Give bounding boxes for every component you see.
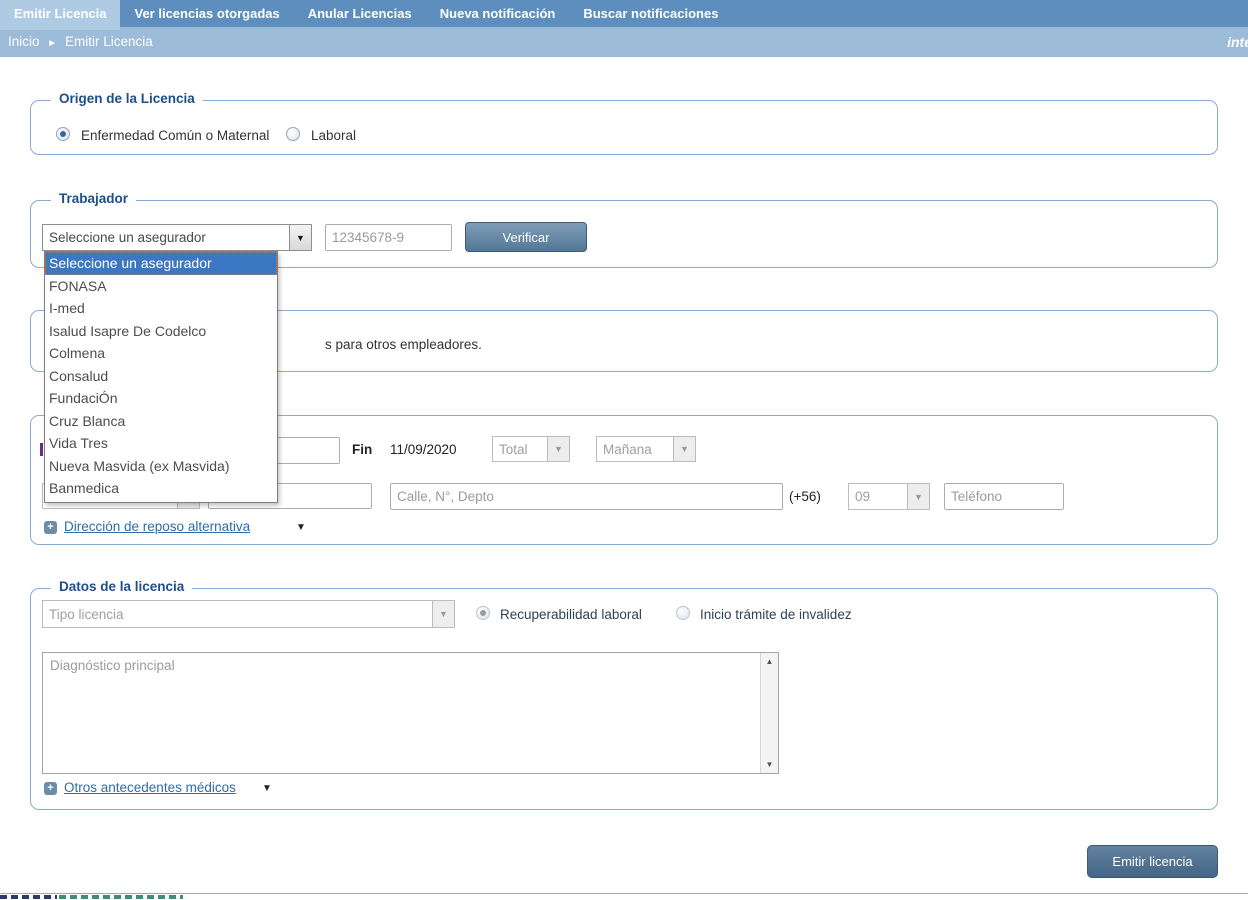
jornada-select-value: Total: [493, 442, 547, 457]
dropdown-option[interactable]: Nueva Masvida (ex Masvida): [45, 455, 277, 478]
fieldset-trabajador-legend: Trabajador: [51, 191, 136, 206]
chevron-down-icon: ▼: [673, 437, 695, 461]
breadcrumb-current: Emitir Licencia: [65, 34, 153, 49]
radio-invalidez-label: Inicio trámite de invalidez: [700, 607, 852, 622]
dropdown-option[interactable]: FundaciÓn: [45, 387, 277, 410]
fin-label: Fin: [352, 442, 372, 457]
phone-prefix-label: (+56): [789, 489, 821, 504]
dropdown-option[interactable]: Cruz Blanca: [45, 410, 277, 433]
fin-date-value: 11/09/2020: [390, 442, 457, 457]
tipo-licencia-select-value: Tipo licencia: [43, 607, 432, 622]
rut-input[interactable]: [325, 224, 452, 251]
empleadores-text-fragment: s para otros empleadores.: [325, 337, 482, 352]
radio-laboral-label: Laboral: [311, 128, 356, 143]
dropdown-option[interactable]: Colmena: [45, 342, 277, 365]
radio-enfermedad-comun-label: Enfermedad Común o Maternal: [81, 128, 269, 143]
diagnostico-textarea[interactable]: Diagnóstico principal ▲ ▼: [42, 652, 779, 774]
footer-link-fragment-green: [59, 895, 183, 899]
radio-recuperabilidad: [476, 606, 490, 620]
calle-input[interactable]: [390, 483, 783, 510]
breadcrumb-arrow-icon: ►: [43, 38, 61, 49]
tab-buscar-notificaciones[interactable]: Buscar notificaciones: [569, 0, 732, 27]
tab-nueva-notificacion[interactable]: Nueva notificación: [426, 0, 570, 27]
telefono-input[interactable]: [944, 483, 1064, 510]
dropdown-option[interactable]: Isalud Isapre De Codelco: [45, 320, 277, 343]
page: Emitir Licencia Ver licencias otorgadas …: [0, 0, 1248, 900]
verify-button[interactable]: Verificar: [465, 222, 587, 252]
top-navigation: Emitir Licencia Ver licencias otorgadas …: [0, 0, 1248, 27]
chevron-down-icon: ▼: [547, 437, 569, 461]
insurer-select-value: Seleccione un asegurador: [43, 230, 289, 245]
emitir-licencia-button[interactable]: Emitir licencia: [1087, 845, 1218, 878]
phone-code-select: 09 ▼: [848, 483, 930, 510]
plus-icon[interactable]: +: [44, 521, 57, 534]
fieldset-datos-legend: Datos de la licencia: [51, 579, 192, 594]
expand-triangle-icon[interactable]: ▼: [262, 783, 272, 794]
radio-invalidez: [676, 606, 690, 620]
insurer-select[interactable]: Seleccione un asegurador ▼: [42, 224, 312, 251]
textarea-scrollbar[interactable]: ▲ ▼: [760, 653, 778, 773]
plus-icon[interactable]: +: [44, 782, 57, 795]
dropdown-option[interactable]: Banmedica: [45, 477, 277, 500]
scroll-down-icon[interactable]: ▼: [761, 757, 778, 772]
insurer-dropdown-list: Seleccione un asegurador FONASA I-med Is…: [44, 251, 278, 503]
bottom-divider: [0, 893, 1248, 894]
tipo-licencia-select: Tipo licencia ▼: [42, 600, 455, 628]
tab-emitir-licencia[interactable]: Emitir Licencia: [0, 0, 120, 30]
breadcrumb-bar: Inicio ► Emitir Licencia inte: [0, 27, 1248, 57]
dropdown-option[interactable]: I-med: [45, 297, 277, 320]
chevron-down-icon: ▼: [907, 484, 929, 509]
dropdown-option[interactable]: Vida Tres: [45, 432, 277, 455]
radio-enfermedad-comun[interactable]: [56, 127, 70, 141]
fieldset-origen-legend: Origen de la Licencia: [51, 91, 203, 106]
radio-recuperabilidad-label: Recuperabilidad laboral: [500, 607, 642, 622]
breadcrumb-right-text: inte: [1227, 27, 1248, 57]
breadcrumb: Inicio ► Emitir Licencia: [8, 27, 153, 59]
tab-anular-licencias[interactable]: Anular Licencias: [294, 0, 426, 27]
tab-ver-licencias-otorgadas[interactable]: Ver licencias otorgadas: [120, 0, 293, 27]
otros-antecedentes-link[interactable]: Otros antecedentes médicos: [64, 780, 236, 795]
dropdown-option[interactable]: Seleccione un asegurador: [45, 252, 277, 275]
chevron-down-icon[interactable]: ▼: [289, 225, 311, 250]
dropdown-option[interactable]: FONASA: [45, 275, 277, 298]
diagnostico-placeholder: Diagnóstico principal: [50, 658, 175, 673]
direccion-alternativa-link[interactable]: Dirección de reposo alternativa: [64, 519, 250, 534]
chevron-down-icon: ▼: [432, 601, 454, 627]
phone-code-select-value: 09: [849, 489, 907, 504]
dropdown-option[interactable]: Consalud: [45, 365, 277, 388]
breadcrumb-home[interactable]: Inicio: [8, 34, 40, 49]
radio-laboral[interactable]: [286, 127, 300, 141]
expand-triangle-icon[interactable]: ▼: [296, 522, 306, 533]
jornada-select: Total ▼: [492, 436, 570, 462]
scroll-up-icon[interactable]: ▲: [761, 654, 778, 669]
periodo-select-value: Mañana: [597, 442, 673, 457]
periodo-select: Mañana ▼: [596, 436, 696, 462]
footer-link-fragment-navy: [0, 895, 57, 899]
